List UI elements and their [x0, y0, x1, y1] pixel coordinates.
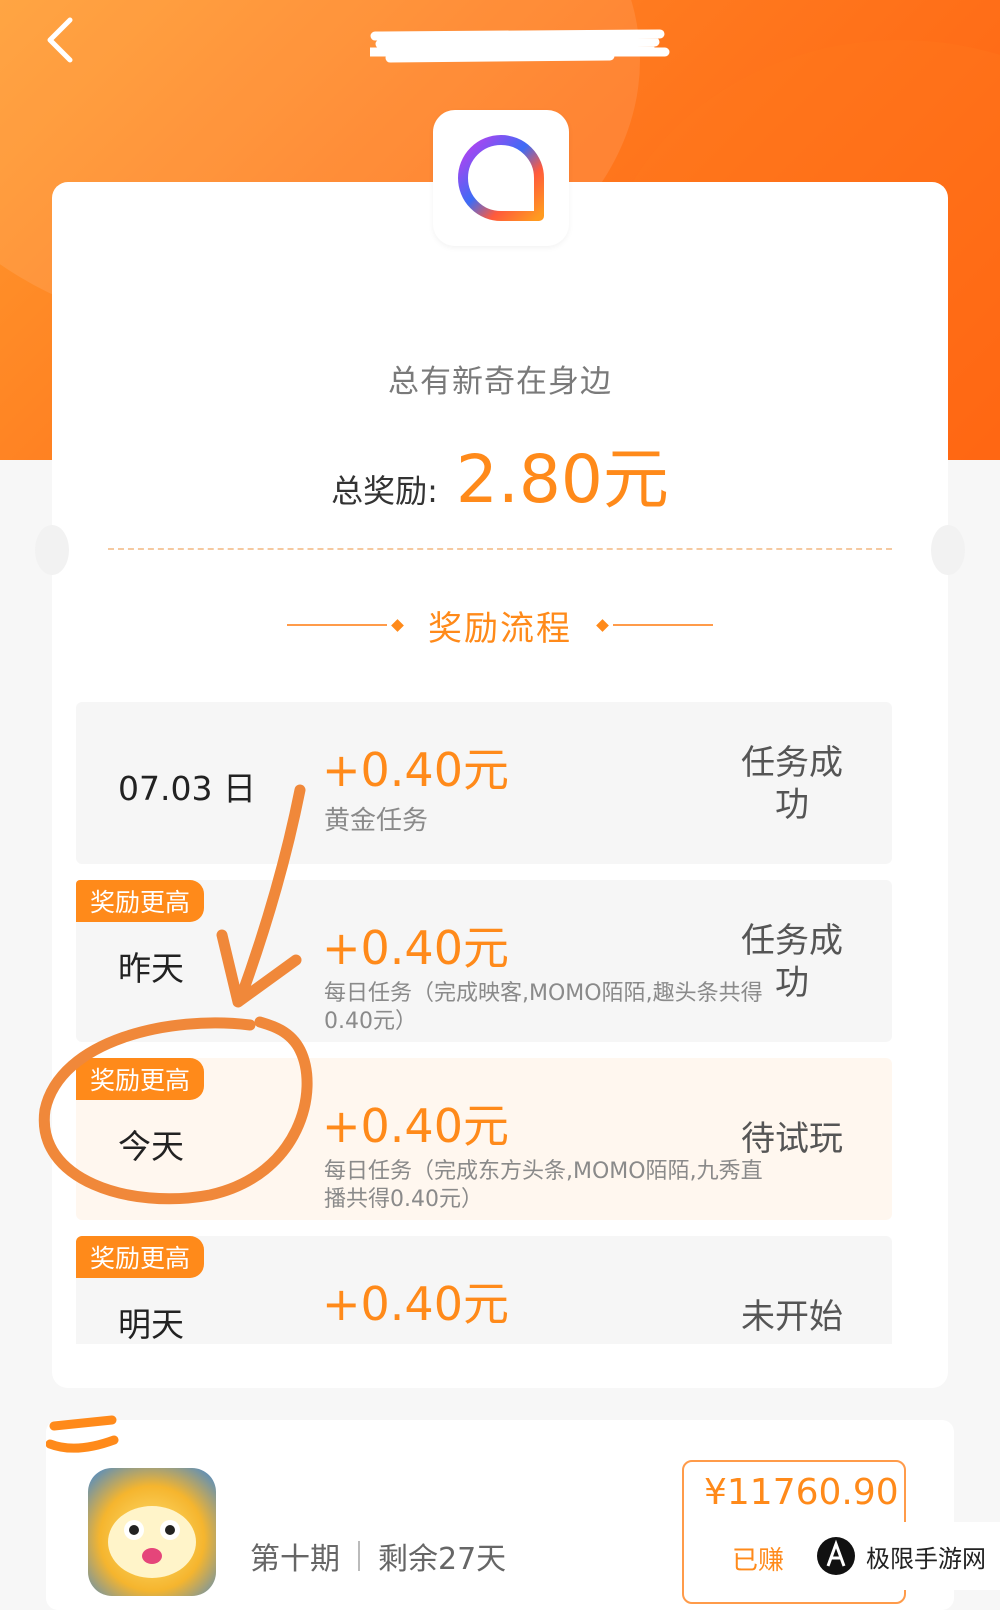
chevron-left-icon: [47, 17, 73, 63]
divider: [108, 548, 892, 550]
redacted-label: [46, 1415, 119, 1453]
higher-reward-badge: 奖励更高: [76, 880, 205, 922]
day-label: 07.03 日: [118, 769, 256, 808]
reward-card: 总有新奇在身边 总奖励: 2.80元 奖励流程 07.03 日 +0.40元 黄…: [35, 182, 965, 1388]
total-reward-label: 总奖励:: [331, 472, 438, 510]
app-logo: [433, 110, 569, 246]
diamond-icon: [596, 618, 609, 632]
reward-timeline: 07.03 日 +0.40元 黄金任务 任务成功 奖励更高 昨天 +0.40元 …: [76, 702, 892, 1344]
days-remaining: 剩余27天: [378, 1542, 507, 1577]
section-title-text: 奖励流程: [428, 608, 572, 649]
reward-amount: +0.40元: [322, 1099, 509, 1153]
task-description: 每日任务（完成东方头条,MOMO陌陌,九秀直播共得0.40元）: [324, 1159, 763, 1212]
title-line-left: [287, 624, 387, 626]
task-description: 每日任务（完成映客,MOMO陌陌,趣头条共得0.40元）: [324, 981, 763, 1034]
diamond-icon: [391, 618, 404, 632]
day-label: 今天: [118, 1127, 184, 1166]
task-status: 任务成功: [741, 743, 843, 825]
reward-amount: +0.40元: [322, 921, 509, 975]
period-number: 第十期: [250, 1542, 340, 1577]
day-label: 明天: [118, 1305, 184, 1344]
redacted-title: [370, 29, 670, 63]
app-logo-icon: [458, 135, 544, 221]
card-notch-right: [931, 525, 965, 575]
title-line-right: [613, 624, 713, 626]
timeline-row[interactable]: 奖励更高 明天 +0.40元 未开始: [76, 1236, 892, 1344]
period-info: 第十期 剩余27天: [250, 1534, 506, 1578]
watermark: 极限手游网: [800, 1522, 1000, 1590]
reward-amount: +0.40元: [322, 1277, 509, 1331]
earnings-amount: ¥11760.90: [704, 1472, 899, 1513]
task-description: 黄金任务: [324, 806, 429, 836]
watermark-logo-icon: [817, 1537, 855, 1575]
higher-reward-badge: 奖励更高: [76, 1058, 205, 1100]
higher-reward-badge: 奖励更高: [76, 1236, 205, 1278]
timeline-row[interactable]: 奖励更高 昨天 +0.40元 每日任务（完成映客,MOMO陌陌,趣头条共得0.4…: [76, 880, 892, 1042]
total-reward-value: 2.80元: [455, 441, 669, 518]
separator: [358, 1541, 360, 1571]
section-title: 奖励流程: [52, 600, 948, 650]
reward-amount: +0.40元: [322, 743, 509, 797]
total-reward: 总奖励: 2.80元: [52, 426, 948, 522]
slogan: 总有新奇在身边: [388, 364, 612, 400]
day-label: 昨天: [118, 949, 184, 988]
task-status: 未开始: [741, 1297, 843, 1337]
timeline-row-today[interactable]: 奖励更高 今天 +0.40元 每日任务（完成东方头条,MOMO陌陌,九秀直播共得…: [76, 1058, 892, 1220]
game-icon[interactable]: [88, 1468, 216, 1596]
timeline-row[interactable]: 07.03 日 +0.40元 黄金任务 任务成功: [76, 702, 892, 864]
task-status: 任务成功: [741, 921, 843, 1003]
back-button[interactable]: [40, 14, 80, 66]
earnings-label: 已赚: [732, 1546, 785, 1576]
card-notch-left: [35, 525, 69, 575]
watermark-text: 极限手游网: [866, 1544, 986, 1573]
task-status: 待试玩: [741, 1119, 843, 1159]
pufferfish-icon: [108, 1506, 196, 1578]
